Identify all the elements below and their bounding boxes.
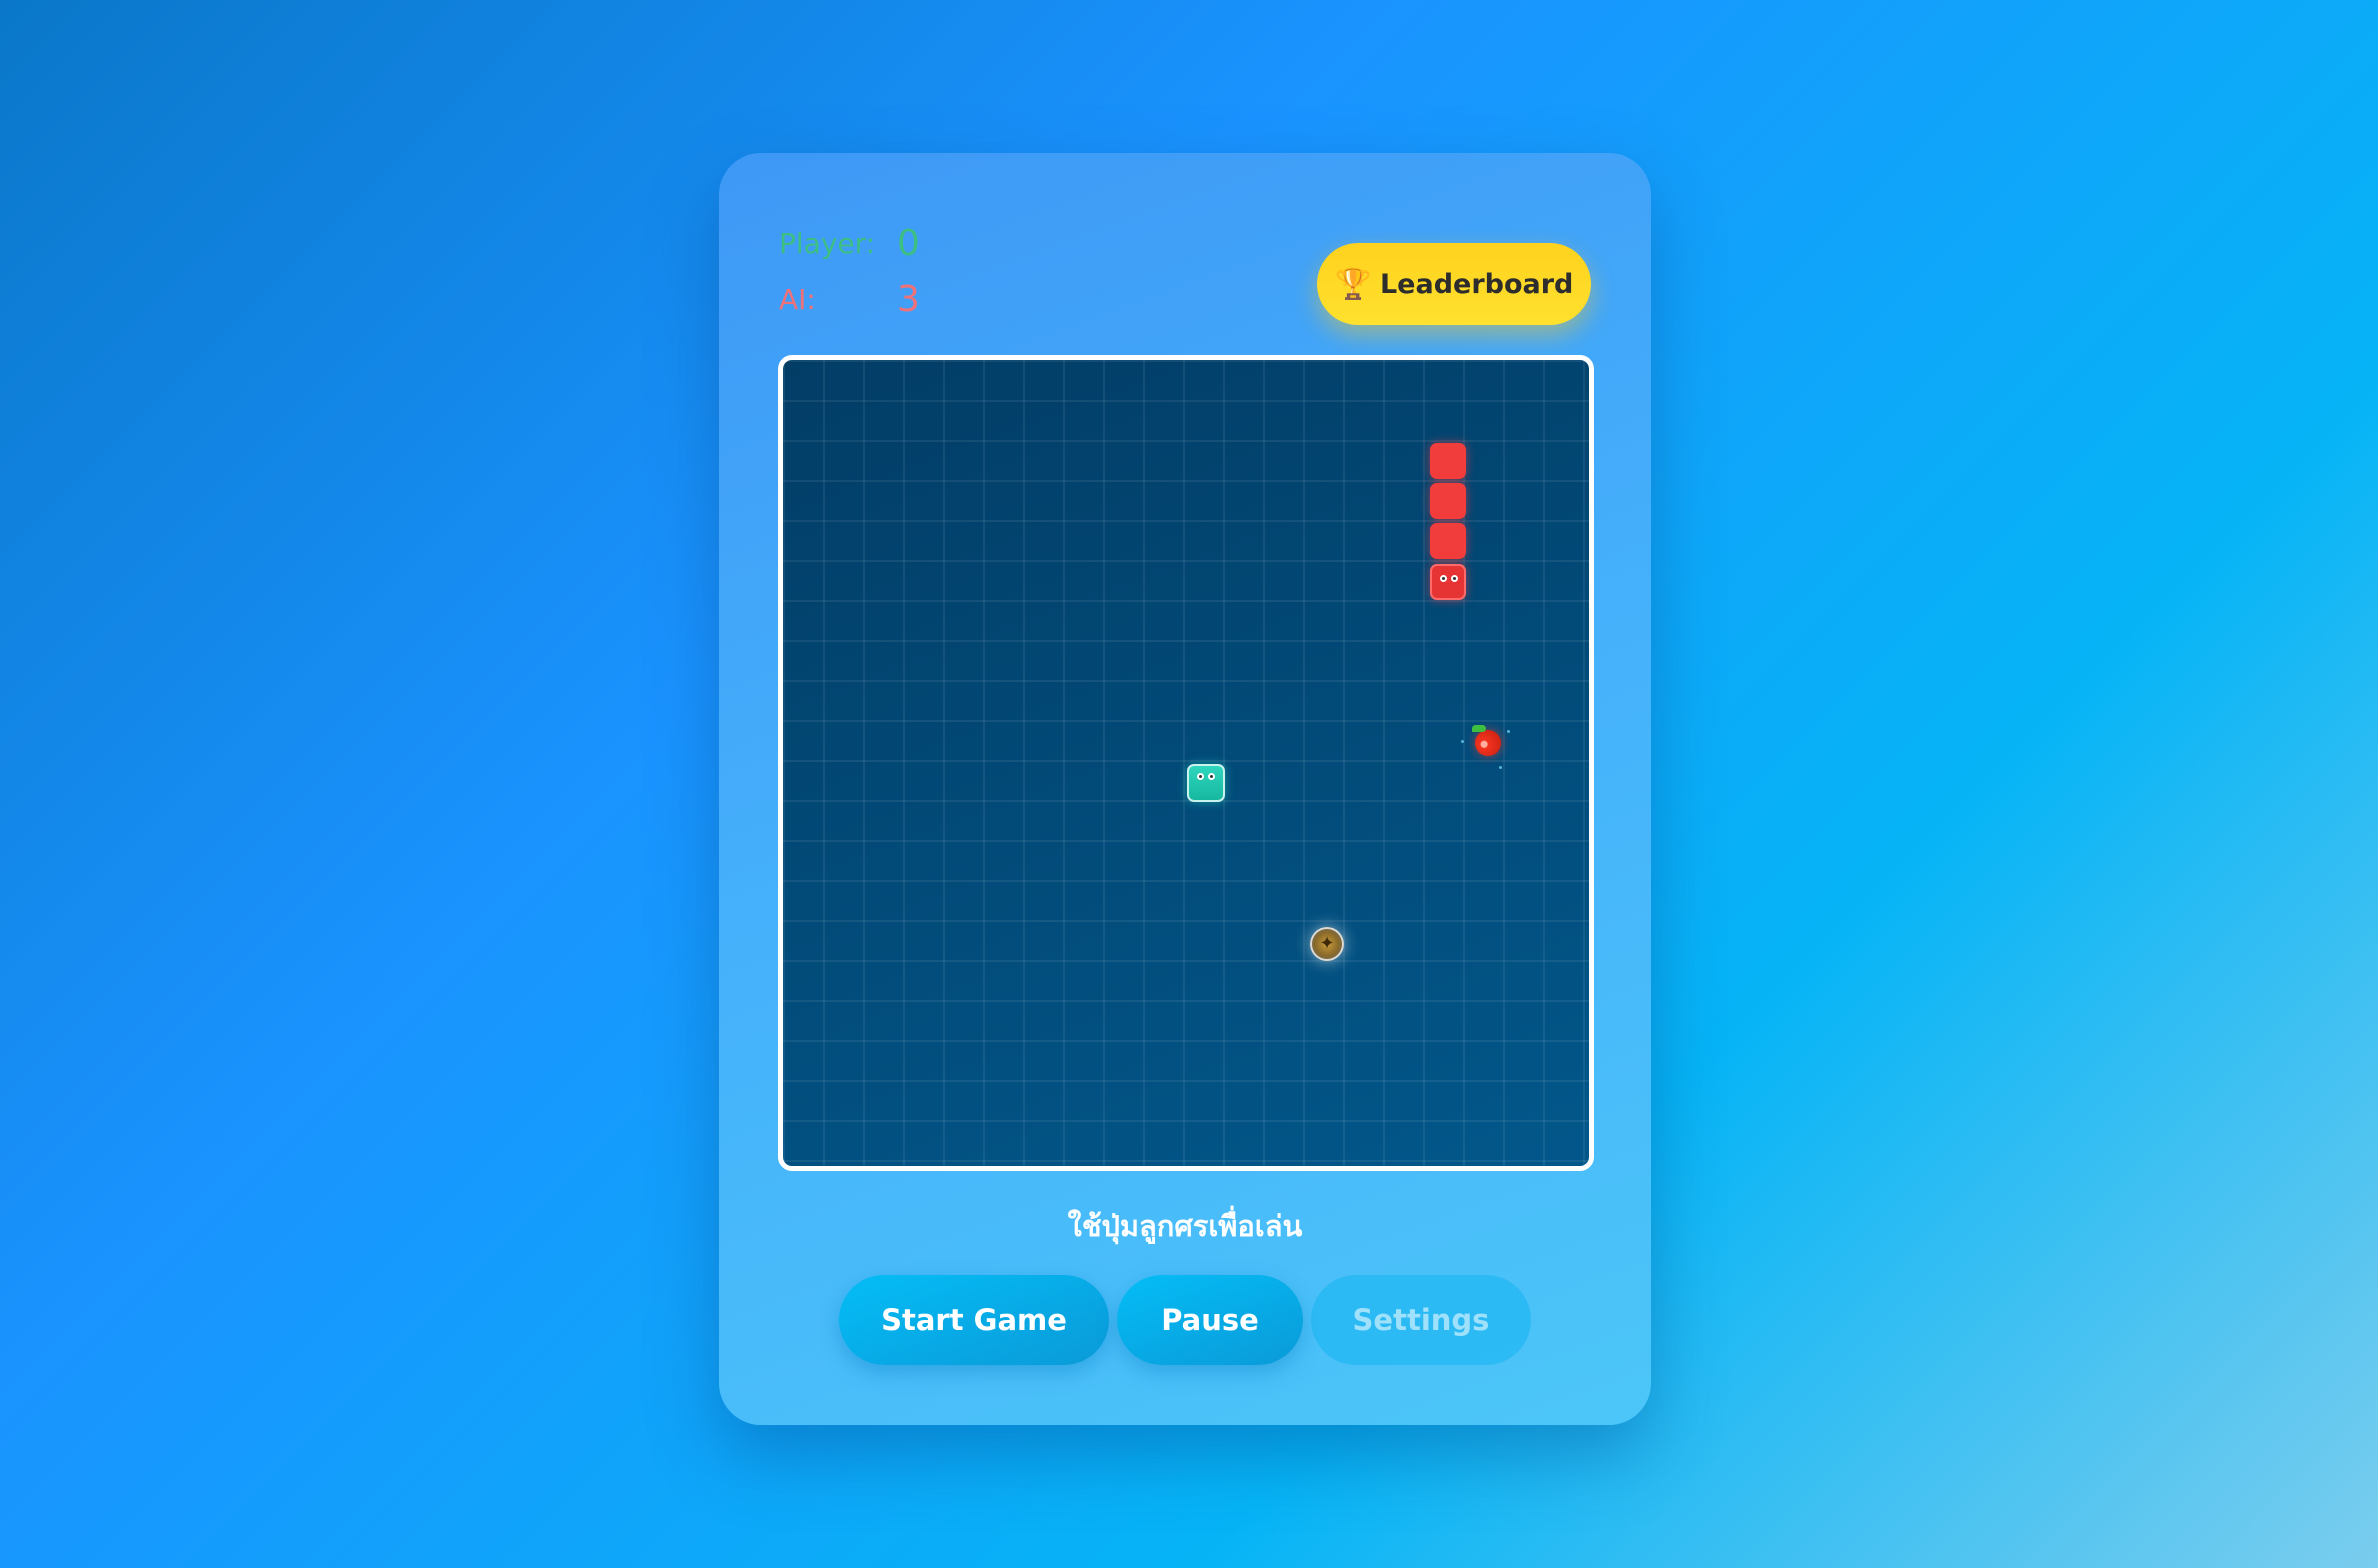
- sparkle-dot: [1499, 765, 1503, 769]
- player-score-value: 0: [897, 222, 920, 264]
- ai-score-row: AI: 3: [779, 271, 920, 327]
- player-snake-head: [1187, 764, 1226, 803]
- sparkle-dot: [1461, 739, 1465, 743]
- controls-row: Start Game Pause Settings: [839, 1275, 1531, 1365]
- scoreboard: Player: 0 AI: 3: [779, 215, 920, 327]
- ai-snake-segment: [1429, 442, 1466, 479]
- apple-leaf-icon: [1472, 724, 1487, 732]
- trophy-icon: 🏆: [1334, 266, 1372, 302]
- ai-snake-segment: [1429, 483, 1466, 520]
- powerup-orb-icon: ✦: [1310, 927, 1345, 962]
- pause-button[interactable]: Pause: [1117, 1275, 1303, 1365]
- leaderboard-button[interactable]: 🏆 Leaderboard: [1317, 243, 1591, 325]
- ai-snake-eye: [1439, 574, 1447, 582]
- ai-score-value: 3: [897, 278, 920, 320]
- ai-snake-segment: [1429, 523, 1466, 560]
- player-score-row: Player: 0: [779, 215, 920, 271]
- game-board[interactable]: ✦: [778, 355, 1594, 1171]
- player-snake-eye: [1208, 773, 1216, 781]
- settings-button[interactable]: Settings: [1311, 1275, 1531, 1365]
- start-game-button[interactable]: Start Game: [839, 1275, 1109, 1365]
- sparkle-dot: [1507, 729, 1511, 733]
- player-snake-eye: [1197, 773, 1205, 781]
- game-card: Player: 0 AI: 3 🏆 Leaderboard ✦ ใช้ปุ่มล…: [719, 153, 1651, 1425]
- leaderboard-label: Leaderboard: [1379, 268, 1574, 300]
- player-score-label: Player:: [779, 226, 876, 260]
- apple-icon: [1472, 724, 1502, 756]
- controls-hint: ใช้ปุ่มลูกศรเพื่อเล่น: [1067, 1209, 1303, 1243]
- ai-snake-head: [1429, 563, 1466, 600]
- ai-snake-eye: [1450, 574, 1458, 582]
- ai-score-label: AI:: [779, 282, 816, 316]
